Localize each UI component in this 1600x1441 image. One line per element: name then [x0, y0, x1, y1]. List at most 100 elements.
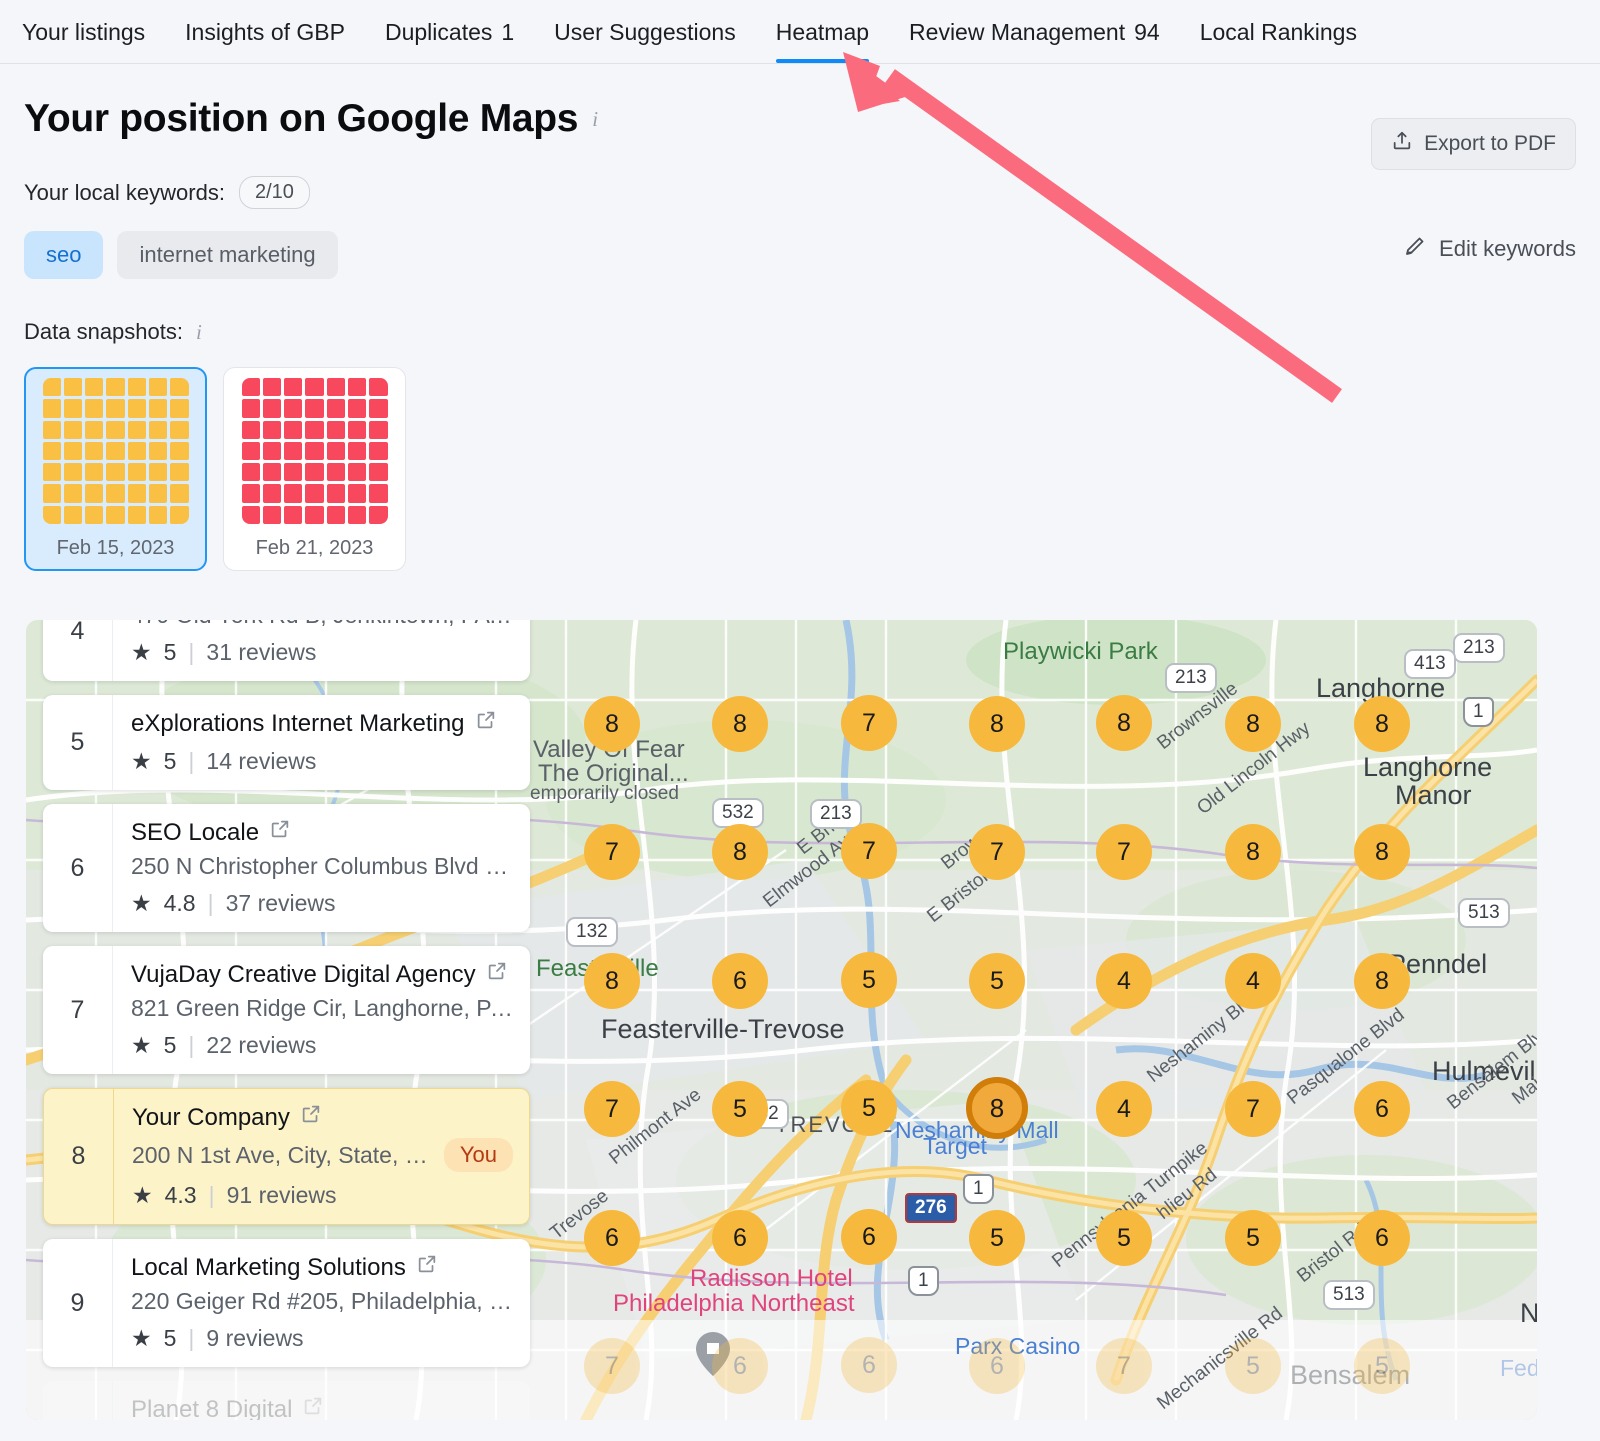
external-link-icon[interactable]	[300, 1103, 322, 1132]
heatmap-pin[interactable]: 5	[712, 1081, 768, 1137]
snapshot-grid-cell	[63, 378, 83, 397]
snapshot-grid-cell	[63, 441, 83, 461]
listing-card[interactable]: 5 eXplorations Internet Marketing ★ 5 | 14 re…	[43, 695, 530, 790]
heatmap-pin[interactable]: 4	[1096, 953, 1152, 1009]
tab-label: Local Rankings	[1199, 19, 1357, 45]
heatmap-pin[interactable]: 7	[841, 823, 897, 879]
heatmap-pin[interactable]: 5	[1225, 1210, 1281, 1266]
keyword-chip-internet-marketing[interactable]: internet marketing	[117, 231, 338, 279]
tab-user-suggestions[interactable]: User Suggestions	[534, 19, 756, 63]
heatmap-pin[interactable]: 4	[1096, 1081, 1152, 1137]
listing-body: eXplorations Internet Marketing ★ 5 | 14 rev…	[113, 695, 530, 790]
upload-icon	[1391, 130, 1413, 158]
listing-rank: 7	[43, 946, 113, 1074]
snapshot-grid-cell	[284, 505, 303, 524]
heatmap-pin[interactable]: 8	[712, 696, 768, 752]
heatmap-pin[interactable]: 5	[841, 952, 897, 1008]
tab-count: 1	[501, 19, 515, 45]
heatmap-pin[interactable]: 7	[1096, 824, 1152, 880]
heatmap-pin-highlighted[interactable]: 8	[966, 1077, 1028, 1139]
heatmap-pin[interactable]: 5	[841, 1080, 897, 1136]
listing-rating-value: 4.8	[163, 890, 196, 916]
external-link-icon[interactable]	[302, 1395, 324, 1420]
snapshot-grid-cell	[241, 420, 260, 439]
star-icon: ★	[131, 639, 152, 665]
heatmap-pin[interactable]: 7	[969, 824, 1025, 880]
export-to-pdf-button[interactable]: Export to PDF	[1371, 118, 1576, 170]
snapshot-grid-cell	[170, 441, 189, 461]
snapshot-grid-cell	[85, 378, 104, 397]
heatmap-pin[interactable]: 8	[712, 824, 768, 880]
snapshot-grid-cell	[326, 441, 345, 461]
heatmap-pin[interactable]: 6	[712, 1210, 768, 1266]
snapshot-grid-thumbnail	[42, 378, 189, 524]
heatmap-pin[interactable]: 7	[1096, 1338, 1152, 1394]
heatmap-pin[interactable]: 8	[1225, 824, 1281, 880]
snapshot-grid-cell	[369, 420, 388, 439]
snapshot-grid-cell	[127, 505, 146, 524]
heatmap-pin[interactable]: 7	[841, 695, 897, 751]
tab-review-management[interactable]: Review Management 94	[889, 19, 1180, 63]
heatmap-pin[interactable]: 7	[584, 1081, 640, 1137]
tab-label: User Suggestions	[554, 19, 736, 45]
heatmap-pin[interactable]: 7	[584, 824, 640, 880]
snapshot-card[interactable]: Feb 15, 2023	[24, 367, 207, 571]
listing-card[interactable]: 6 SEO Locale 250 N Christopher Columbus Bl…	[43, 804, 530, 932]
heatmap-pin[interactable]: 4	[1225, 953, 1281, 1009]
snapshot-grid-cell	[305, 505, 324, 524]
heatmap-pin[interactable]: 8	[1354, 696, 1410, 752]
heatmap-pin[interactable]: 6	[969, 1338, 1025, 1394]
heatmap-pin[interactable]: 5	[1354, 1338, 1410, 1394]
heatmap-pin[interactable]: 5	[969, 953, 1025, 1009]
heatmap-pin[interactable]: 7	[584, 1338, 640, 1394]
heatmap-pin[interactable]: 8	[584, 953, 640, 1009]
heatmap-pin[interactable]: 5	[969, 1210, 1025, 1266]
rating-separator: |	[188, 1325, 195, 1351]
heatmap-pin[interactable]: 8	[1354, 953, 1410, 1009]
listing-card[interactable]: 4479 Old York Rd B, Jenkintown, PA 19046…	[43, 620, 530, 681]
snapshot-grid-cell	[106, 463, 125, 482]
external-link-icon[interactable]	[269, 818, 291, 847]
edit-keywords-button[interactable]: Edit keywords	[1403, 234, 1576, 264]
listing-card[interactable]: 8 Your Company 200 N 1st Ave, City, State,…	[43, 1088, 530, 1225]
snapshots-info-icon[interactable]: i	[196, 320, 202, 345]
snapshot-grid-cell	[127, 484, 146, 503]
heatmap-pin[interactable]: 7	[1225, 1081, 1281, 1137]
snapshot-grid-cell	[127, 378, 146, 397]
tab-local-rankings[interactable]: Local Rankings	[1180, 19, 1377, 63]
listing-name: VujaDay Creative Digital Agency	[131, 960, 476, 988]
title-info-icon[interactable]: i	[592, 107, 598, 132]
listing-rank	[43, 1381, 113, 1420]
snapshot-card[interactable]: Feb 21, 2023	[223, 367, 406, 571]
heatmap-pin[interactable]: 5	[1096, 1210, 1152, 1266]
listing-rank: 4	[43, 620, 113, 681]
listing-card[interactable]: 7 VujaDay Creative Digital Agency 821 Gree…	[43, 946, 530, 1074]
tab-your-listings[interactable]: Your listings	[22, 19, 165, 63]
snapshot-grid-cell	[326, 484, 345, 503]
heatmap-pin[interactable]: 6	[841, 1337, 897, 1393]
tab-insights-of-gbp[interactable]: Insights of GBP	[165, 19, 365, 63]
heatmap-pin[interactable]: 8	[1354, 824, 1410, 880]
external-link-icon[interactable]	[475, 709, 497, 738]
listing-name: Planet 8 Digital	[131, 1395, 293, 1421]
heatmap-pin[interactable]: 6	[712, 1338, 768, 1394]
heatmap-pin[interactable]: 6	[841, 1209, 897, 1265]
external-link-icon[interactable]	[416, 1253, 438, 1282]
listing-card[interactable]: 9 Local Marketing Solutions 220 Geiger Rd …	[43, 1239, 530, 1367]
tab-duplicates[interactable]: Duplicates 1	[365, 19, 534, 63]
heatmap-pin[interactable]: 8	[969, 696, 1025, 752]
heatmap-pin[interactable]: 6	[584, 1210, 640, 1266]
external-link-icon[interactable]	[486, 960, 508, 989]
heatmap-pin[interactable]: 6	[1354, 1210, 1410, 1266]
heatmap-pin[interactable]: 8	[1096, 695, 1152, 751]
heatmap-pin[interactable]: 8	[584, 696, 640, 752]
heatmap-pin[interactable]: 6	[1354, 1081, 1410, 1137]
heatmap-pin[interactable]: 8	[1225, 696, 1281, 752]
heatmap-pin[interactable]: 6	[712, 953, 768, 1009]
listing-card[interactable]: Planet 8 Digital	[43, 1381, 530, 1420]
listing-body: Planet 8 Digital	[113, 1381, 530, 1420]
heatmap-pin[interactable]: 5	[1225, 1338, 1281, 1394]
snapshot-grid-cell	[284, 463, 303, 482]
keyword-chip-seo[interactable]: seo	[24, 231, 104, 279]
tab-heatmap[interactable]: Heatmap	[756, 19, 889, 63]
